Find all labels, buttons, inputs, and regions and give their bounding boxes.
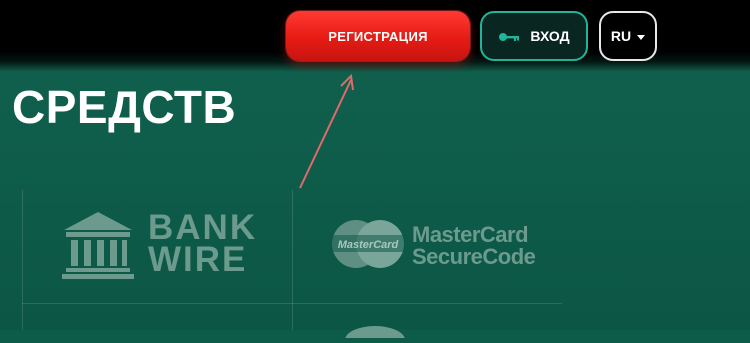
bank-wire-logo-text: BANK WIRE <box>148 210 257 279</box>
register-button-label: РЕГИСТРАЦИЯ <box>328 28 428 44</box>
page-heading: СРЕДСТВ <box>12 81 237 133</box>
mastercard-badge-text: MasterCard <box>338 239 399 251</box>
chevron-down-icon <box>637 34 646 40</box>
grid-divider <box>22 303 562 304</box>
register-button[interactable]: РЕГИСТРАЦИЯ <box>286 11 470 61</box>
login-button[interactable]: ВХОД <box>480 11 588 61</box>
grid-divider <box>22 190 23 330</box>
mastercard-icon: MasterCard <box>326 218 410 270</box>
top-bar: РЕГИСТРАЦИЯ ВХОД RU <box>0 0 750 72</box>
mastercard-line1: MasterCard <box>412 222 529 247</box>
bank-icon <box>62 210 134 280</box>
language-label: RU <box>610 28 632 44</box>
key-icon <box>498 30 520 42</box>
partial-logo-icon <box>340 318 410 343</box>
mastercard-line2: SecureCode <box>412 244 536 269</box>
bank-wire-line2: WIRE <box>148 240 248 279</box>
grid-divider <box>292 190 293 330</box>
login-button-label: ВХОД <box>530 28 570 44</box>
mastercard-securecode-text: MasterCard SecureCode <box>412 222 536 269</box>
language-selector[interactable]: RU <box>599 11 657 61</box>
